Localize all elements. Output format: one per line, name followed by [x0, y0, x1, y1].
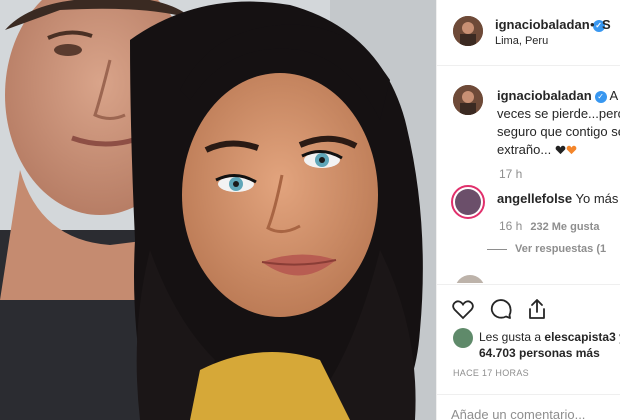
likes-line-1: Les gusta a elescapista3 y	[479, 330, 620, 344]
comment-author-avatar[interactable]	[451, 185, 485, 219]
liker-username[interactable]: elescapista3	[544, 330, 615, 344]
add-comment-bar	[437, 394, 620, 420]
view-replies-link[interactable]: Ver respuestas (1	[515, 243, 606, 255]
action-bar	[437, 284, 620, 328]
liker-avatar[interactable]	[453, 328, 473, 348]
author-avatar[interactable]	[453, 16, 483, 46]
comment-username[interactable]: angellefolse	[497, 191, 572, 206]
orange-heart-icon	[566, 145, 577, 155]
post-timestamp[interactable]: HACE 17 HORAS	[453, 368, 529, 378]
comments-list[interactable]: ignaciobaladan ✓ A veces se pierde...pero…	[437, 67, 620, 283]
caption-timestamp[interactable]: 17 h	[499, 167, 522, 181]
comment-author-avatar[interactable]	[455, 275, 485, 283]
post-location[interactable]: Lima, Peru	[495, 35, 548, 47]
comment-likes[interactable]: 232 Me gusta	[530, 221, 599, 233]
post-photo[interactable]	[0, 0, 436, 420]
caption-text: ignaciobaladan ✓ A veces se pierde...pero…	[497, 87, 620, 159]
follow-button[interactable]: S	[602, 17, 611, 32]
black-heart-icon	[555, 145, 566, 155]
verified-badge-icon: ✓	[594, 91, 607, 103]
post-header: ignaciobaladan ✓ • S Lima, Peru	[437, 0, 620, 66]
likes-line-2: 64.703 personas más	[479, 346, 600, 360]
separator-dot: •	[590, 17, 595, 32]
comment-body: Yo más b	[575, 191, 620, 206]
comment-timestamp[interactable]: 16 h	[499, 219, 522, 233]
likes-prefix: Les gusta a	[479, 330, 545, 344]
author-username[interactable]: ignaciobaladan	[495, 17, 590, 32]
caption-username[interactable]: ignaciobaladan	[497, 88, 592, 103]
add-comment-input[interactable]	[451, 407, 619, 420]
author-username-row[interactable]: ignaciobaladan ✓	[495, 17, 605, 32]
share-icon[interactable]	[525, 297, 549, 321]
likes-suffix: y	[616, 330, 620, 344]
photo-illustration	[0, 0, 436, 420]
comment-icon[interactable]	[489, 297, 513, 321]
post-sidebar: ignaciobaladan ✓ • S Lima, Peru ignacioba…	[436, 0, 620, 420]
comment-meta: 16 h 232 Me gusta	[499, 219, 599, 233]
likes-count[interactable]: 64.703 personas más	[479, 346, 600, 360]
caption-author-avatar[interactable]	[453, 85, 483, 115]
comment: angellefolse Yo más b	[497, 191, 620, 206]
heart-icon[interactable]	[451, 297, 475, 321]
